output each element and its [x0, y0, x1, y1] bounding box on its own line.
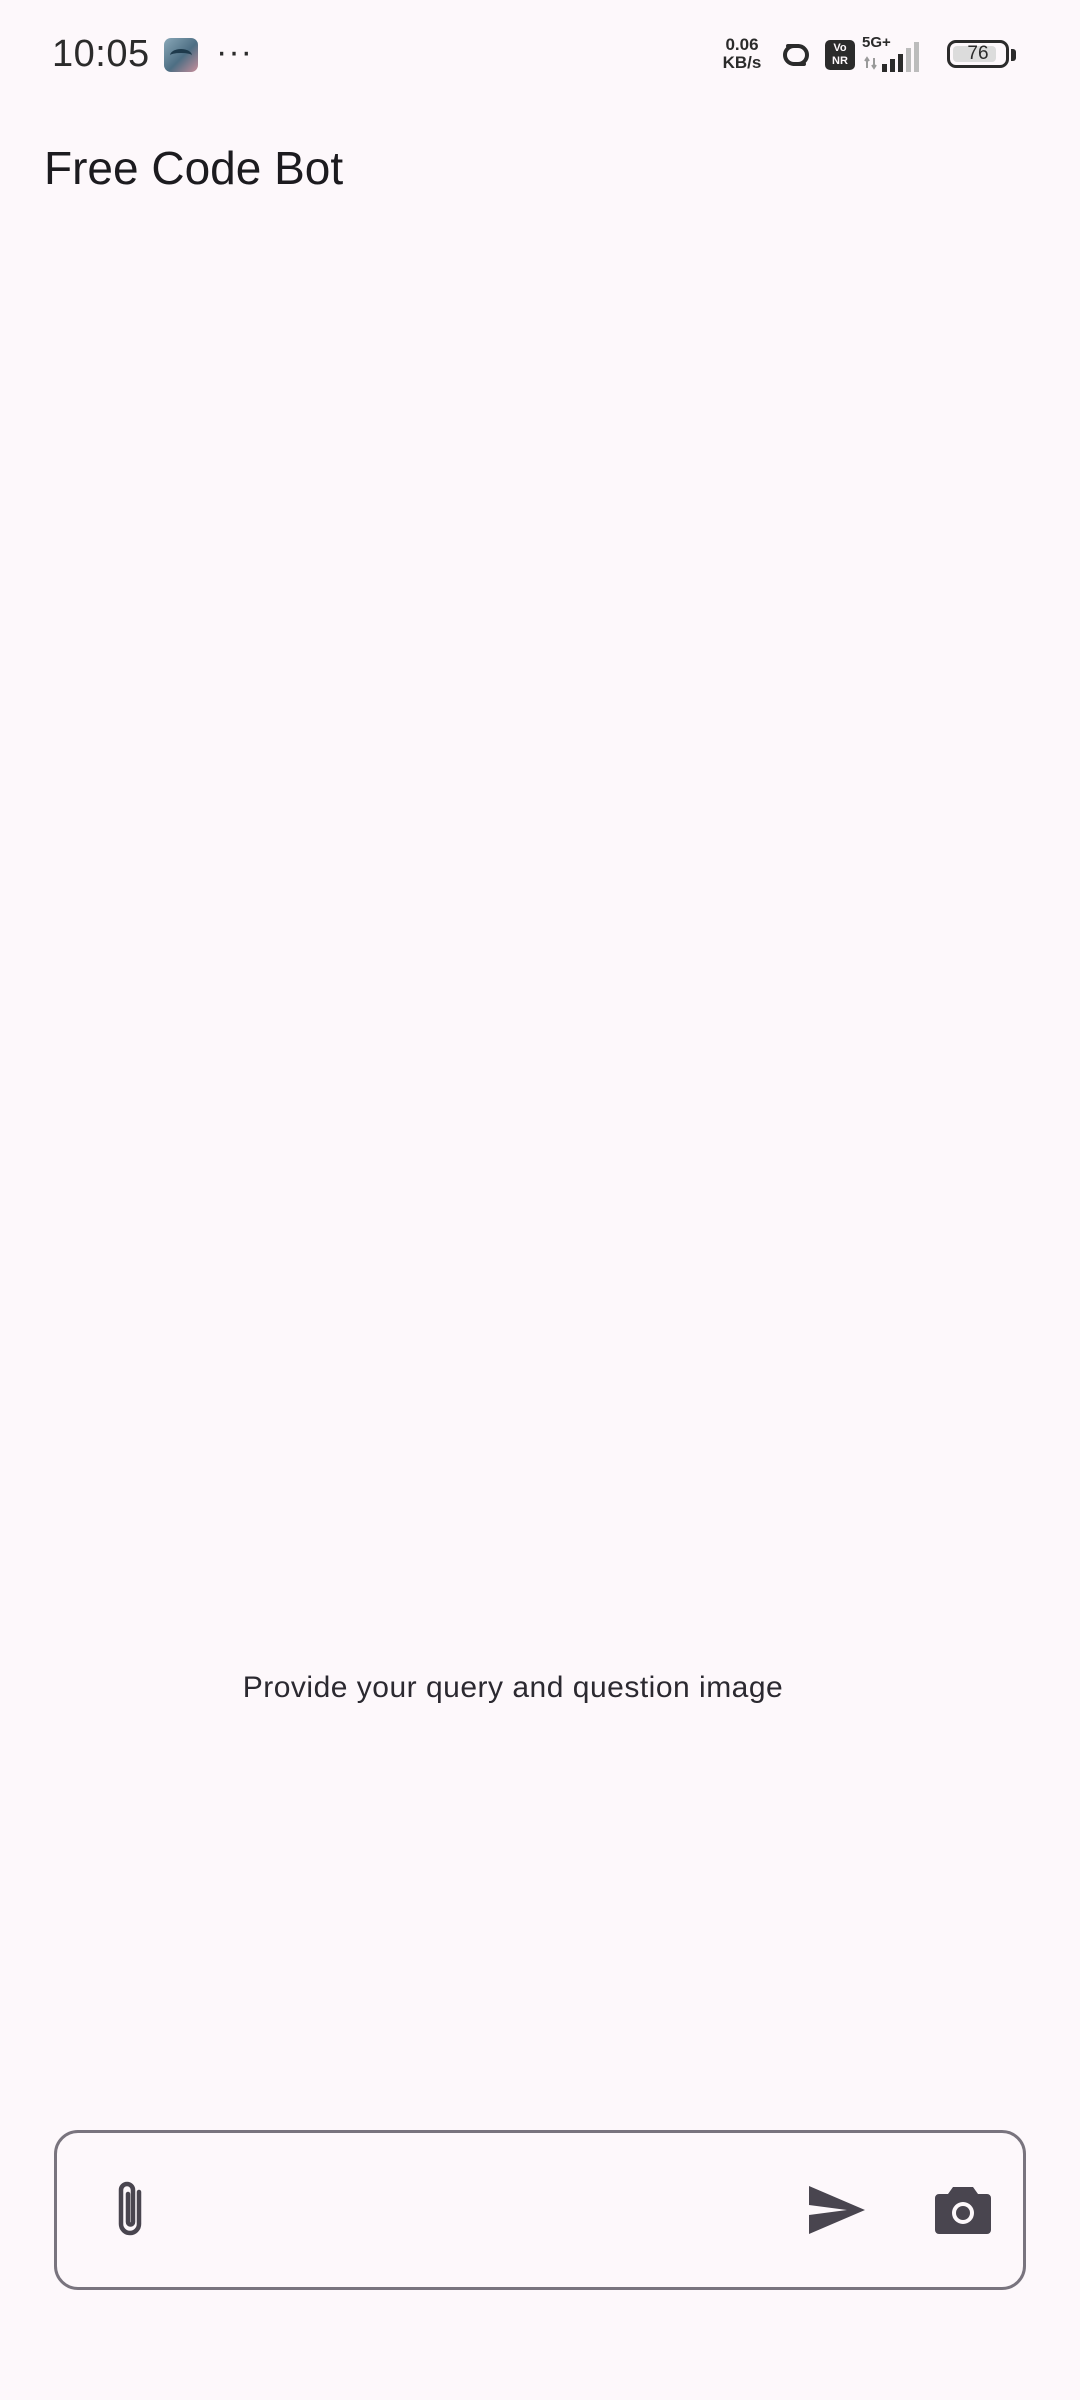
status-bar: 10:05 ··· 0.06 KB/s Vo NR 5G+ 76: [0, 0, 1080, 108]
network-speed-value: 0.06: [725, 35, 759, 54]
empty-chat-hint: Provide your query and question image: [242, 1671, 784, 1704]
battery-tip: [1011, 49, 1016, 61]
vonr-bottom-label: NR: [832, 55, 848, 67]
more-notifications-indicator: ···: [216, 33, 253, 71]
battery-icon: 76: [947, 40, 1009, 68]
battery-level: 76: [967, 43, 989, 64]
network-speed: 0.06 KB/s: [717, 36, 767, 72]
status-time: 10:05: [52, 33, 150, 75]
signal-icon: 5G+: [862, 34, 919, 72]
query-input[interactable]: [187, 2163, 811, 2259]
send-button[interactable]: [797, 2169, 877, 2251]
camera-icon: [935, 2187, 991, 2234]
hotspot-icon: [783, 44, 809, 66]
app-notification-icon: [164, 38, 198, 72]
camera-button[interactable]: [923, 2169, 1003, 2251]
attach-button[interactable]: [93, 2169, 169, 2251]
vonr-icon: Vo NR: [825, 40, 855, 70]
message-composer: [54, 2130, 1026, 2290]
attach-icon: [118, 2181, 142, 2236]
app-title: Free Code Bot: [44, 142, 344, 194]
network-type-label: 5G+: [862, 34, 891, 51]
chat-screen: 10:05 ··· 0.06 KB/s Vo NR 5G+ 76 Free Co…: [0, 0, 1080, 2400]
vonr-top-label: Vo: [833, 42, 847, 54]
network-speed-unit: KB/s: [722, 53, 762, 72]
send-icon: [809, 2186, 865, 2234]
